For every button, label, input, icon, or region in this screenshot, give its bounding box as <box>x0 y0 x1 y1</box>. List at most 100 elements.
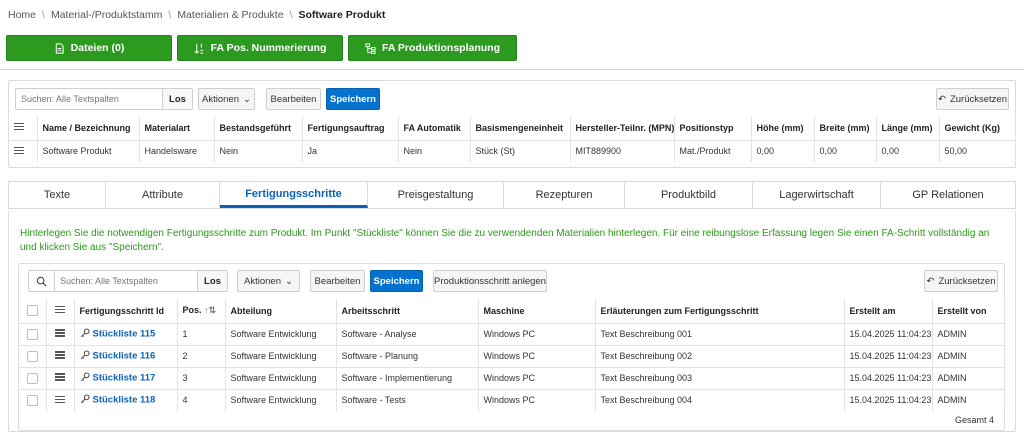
tab-texte[interactable]: Texte <box>9 182 106 208</box>
cell[interactable]: Ja <box>302 139 399 162</box>
col-header[interactable]: Maschine <box>478 299 596 323</box>
cell[interactable]: Nein <box>214 139 303 162</box>
tab-attribute[interactable]: Attribute <box>106 182 220 208</box>
steps-save-button[interactable]: Speichern <box>370 270 423 292</box>
cell[interactable]: 1 <box>177 322 226 345</box>
col-header[interactable]: Erstellt am <box>844 299 933 323</box>
row-menu[interactable] <box>46 344 75 367</box>
breadcrumb-home[interactable]: Home <box>8 9 36 21</box>
cell[interactable]: Software - Analyse <box>336 322 479 345</box>
row-menu[interactable] <box>46 366 75 389</box>
col-header[interactable]: Fertigungsschritt Id <box>74 299 178 323</box>
cell[interactable]: Windows PC <box>478 388 596 411</box>
col-header[interactable]: Erstellt von <box>932 299 1005 323</box>
step-link[interactable]: Stückliste 118 <box>93 395 156 406</box>
step-id-cell[interactable]: Stückliste 115 <box>74 322 178 345</box>
product-reset-button[interactable]: ↶ Zurücksetzen <box>936 88 1009 110</box>
col-header[interactable]: Höhe (mm) <box>751 116 815 140</box>
col-header[interactable]: FA Automatik <box>398 116 471 140</box>
row-select[interactable] <box>19 366 47 389</box>
row-menu[interactable] <box>46 322 75 345</box>
cell[interactable]: ADMIN <box>932 366 1005 389</box>
row-checkbox[interactable] <box>26 394 38 406</box>
cell[interactable]: Nein <box>398 139 471 162</box>
search-icon[interactable] <box>29 271 55 291</box>
col-header[interactable]: Name / Bezeichnung <box>37 116 140 140</box>
col-header[interactable]: Bestandsgeführt <box>214 116 303 140</box>
cell[interactable]: Text Beschreibung 004 <box>595 388 845 411</box>
cell[interactable]: Windows PC <box>478 322 596 345</box>
cell[interactable]: 15.04.2025 11:04:23 <box>844 366 933 389</box>
cell[interactable]: Windows PC <box>478 344 596 367</box>
steps-reset-button[interactable]: ↶ Zurücksetzen <box>924 270 998 292</box>
tab-lagerwirtschaft[interactable]: Lagerwirtschaft <box>753 182 881 208</box>
cell[interactable]: ADMIN <box>932 388 1005 411</box>
product-search-input[interactable] <box>16 89 162 109</box>
steps-search-go-button[interactable]: Los <box>197 271 227 291</box>
cell[interactable]: 15.04.2025 11:04:23 <box>844 388 933 411</box>
step-id-cell[interactable]: Stückliste 116 <box>74 344 178 367</box>
breadcrumb-materialien[interactable]: Materialien & Produkte <box>177 9 283 21</box>
col-header[interactable]: Materialart <box>139 116 215 140</box>
cell[interactable]: Software - Implementierung <box>336 366 479 389</box>
row-select[interactable] <box>19 322 47 345</box>
select-all-header[interactable] <box>19 299 47 323</box>
step-id-cell[interactable]: Stückliste 118 <box>74 388 178 411</box>
row-checkbox[interactable] <box>26 350 38 362</box>
cell[interactable]: Stück (St) <box>470 139 571 162</box>
cell[interactable]: Mat./Produkt <box>674 139 752 162</box>
cell[interactable]: 0,00 <box>876 139 940 162</box>
cell[interactable]: 50,00 <box>939 139 1016 162</box>
fa-pos-nummerierung-button[interactable]: FA Pos. Nummerierung <box>177 35 343 61</box>
row-select[interactable] <box>19 344 47 367</box>
dateien-button[interactable]: Dateien (0) <box>6 35 172 61</box>
cell[interactable]: Handelsware <box>139 139 215 162</box>
row-checkbox[interactable] <box>26 372 38 384</box>
col-header[interactable]: Basismengeneinheit <box>470 116 571 140</box>
row-menu[interactable] <box>9 139 38 162</box>
tab-gp-relationen[interactable]: GP Relationen <box>881 182 1015 208</box>
tab-preisgestaltung[interactable]: Preisgestaltung <box>368 182 504 208</box>
cell[interactable]: Text Beschreibung 002 <box>595 344 845 367</box>
table-row[interactable]: Stückliste 115 1 Software Entwicklung Softw… <box>19 322 1005 345</box>
cell[interactable]: 3 <box>177 366 226 389</box>
cell[interactable]: Text Beschreibung 003 <box>595 366 845 389</box>
steps-edit-button[interactable]: Bearbeiten <box>310 270 365 292</box>
product-save-button[interactable]: Speichern <box>326 88 380 110</box>
table-row[interactable]: Stückliste 116 2 Software Entwicklung Softw… <box>19 344 1005 367</box>
step-link[interactable]: Stückliste 115 <box>93 328 156 339</box>
cell[interactable]: ADMIN <box>932 322 1005 345</box>
cell[interactable]: MIT889900 <box>570 139 675 162</box>
breadcrumb-material-stamm[interactable]: Material-/Produktstamm <box>51 9 162 21</box>
cell[interactable]: Software Entwicklung <box>225 388 337 411</box>
table-row[interactable]: Stückliste 117 3 Software Entwicklung Softw… <box>19 366 1005 389</box>
product-actions-menu[interactable]: Aktionen ⌄ <box>198 88 255 110</box>
fa-produktionsplanung-button[interactable]: FA Produktionsplanung <box>348 35 517 61</box>
cell[interactable]: 15.04.2025 11:04:23 <box>844 322 933 345</box>
col-header[interactable]: Fertigungsauftrag <box>302 116 399 140</box>
cell[interactable]: Software Entwicklung <box>225 366 337 389</box>
col-header[interactable]: Gewicht (Kg) <box>939 116 1016 140</box>
step-link[interactable]: Stückliste 116 <box>93 350 156 361</box>
cell[interactable]: Software Entwicklung <box>225 344 337 367</box>
cell[interactable]: Text Beschreibung 001 <box>595 322 845 345</box>
col-header[interactable]: Abteilung <box>225 299 337 323</box>
table-row[interactable]: Software Produkt Handelsware Nein Ja Nei… <box>9 139 1016 162</box>
step-link[interactable]: Stückliste 117 <box>93 372 156 383</box>
col-header[interactable]: Länge (mm) <box>876 116 940 140</box>
tab-fertigungsschritte[interactable]: Fertigungsschritte <box>220 182 368 208</box>
select-all-checkbox[interactable] <box>26 305 38 317</box>
col-header[interactable]: Breite (mm) <box>814 116 877 140</box>
cell[interactable]: Software Produkt <box>37 139 140 162</box>
tab-produktbild[interactable]: Produktbild <box>625 182 753 208</box>
cell[interactable]: ADMIN <box>932 344 1005 367</box>
cell[interactable]: Windows PC <box>478 366 596 389</box>
col-header[interactable]: Erläuterungen zum Fertigungsschritt <box>595 299 845 323</box>
cell[interactable]: 0,00 <box>814 139 877 162</box>
row-checkbox[interactable] <box>26 328 38 340</box>
cell[interactable]: 4 <box>177 388 226 411</box>
cell[interactable]: Software - Tests <box>336 388 479 411</box>
cell[interactable]: Software - Planung <box>336 344 479 367</box>
table-row[interactable]: Stückliste 118 4 Software Entwicklung Softw… <box>19 388 1005 411</box>
cell[interactable]: Software Entwicklung <box>225 322 337 345</box>
